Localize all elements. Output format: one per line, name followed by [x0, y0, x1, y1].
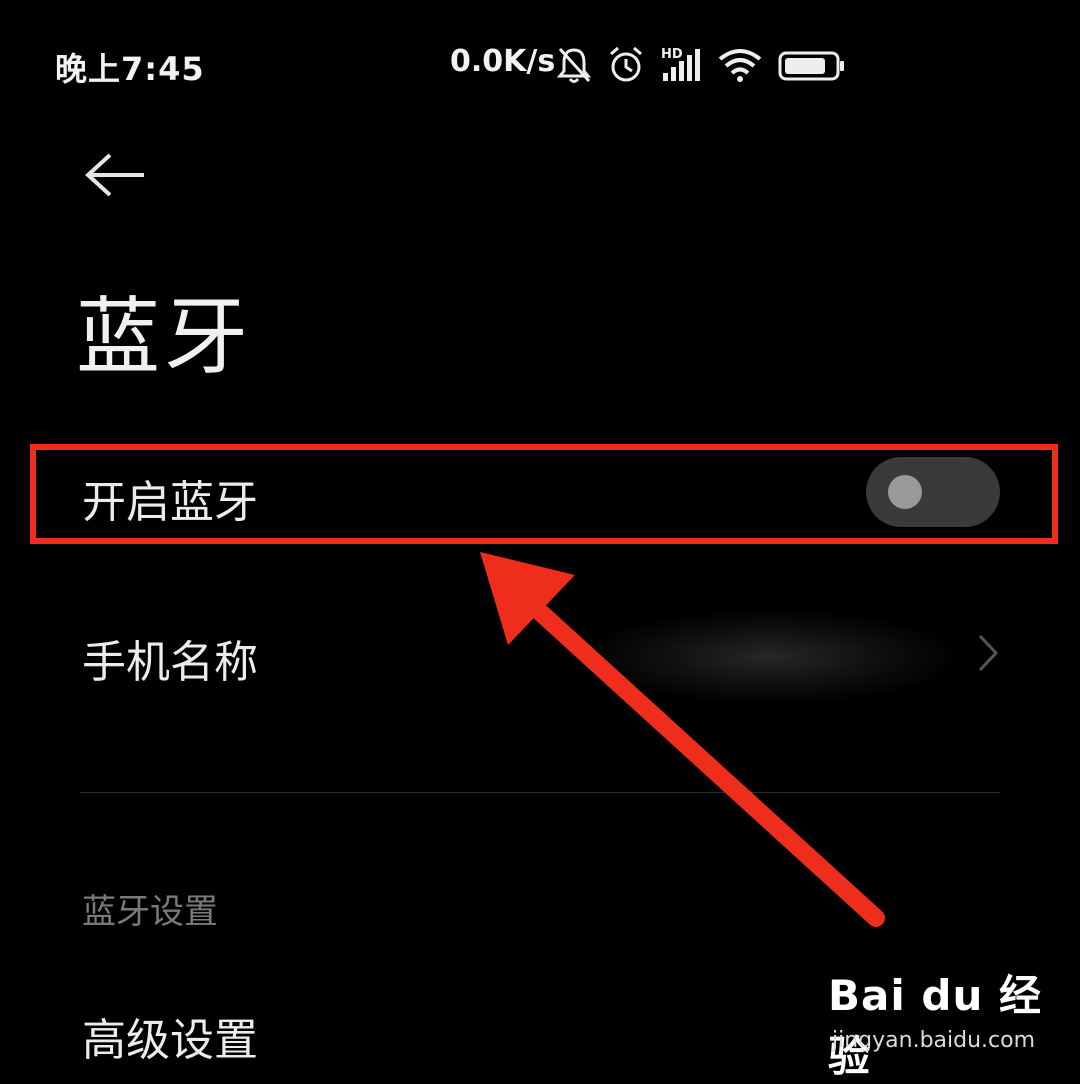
- section-header: 蓝牙设置: [82, 892, 218, 932]
- watermark-url: jingyan.baidu.com: [832, 1028, 1036, 1053]
- watermark-brand: Bai du 经验: [828, 971, 1042, 1081]
- alarm-icon: [610, 46, 642, 82]
- network-speed: 0.0K/s: [450, 44, 556, 79]
- hd-signal-icon: HD: [661, 47, 700, 81]
- advanced-settings-label[interactable]: 高级设置: [82, 1004, 258, 1068]
- back-arrow-icon[interactable]: [82, 150, 152, 200]
- svg-text:HD: HD: [661, 47, 683, 62]
- phone-name-label: 手机名称: [82, 637, 258, 688]
- page-title: 蓝牙: [76, 288, 253, 386]
- highlight-box: [30, 444, 1058, 544]
- baidu-watermark: Bai du 经验 jingyan.baidu.com: [828, 962, 1058, 1081]
- status-icons: HD: [555, 40, 847, 90]
- phone-name-value-blurred: [590, 612, 950, 702]
- battery-icon: [778, 51, 844, 81]
- mute-bell-icon: [556, 47, 592, 83]
- status-time: 晚上7:45: [55, 50, 205, 88]
- divider: [80, 792, 1000, 793]
- wifi-icon: [718, 49, 762, 82]
- chevron-right-icon[interactable]: [972, 630, 1002, 676]
